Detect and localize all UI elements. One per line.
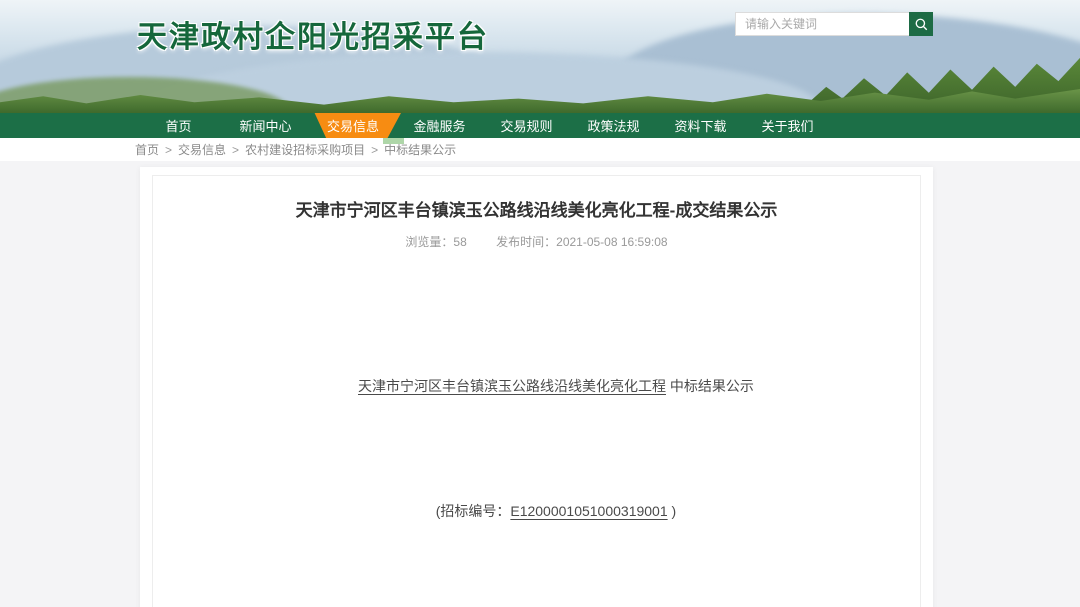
views-label: 浏览量： [405, 235, 453, 249]
site-title: 天津政村企阳光招采平台 [137, 12, 489, 56]
subtitle-suffix: 中标结果公示 [666, 378, 754, 394]
nav-item-finance[interactable]: 金融服务 [396, 113, 483, 138]
main-nav: 首页 新闻中心 交易信息 金融服务 交易规则 政策法规 资料下载 关于我们 [0, 113, 1080, 138]
result-subtitle: 天津市宁河区丰台镇滨玉公路线沿线美化亮化工程 中标结果公示 [164, 349, 909, 424]
breadcrumb-home[interactable]: 首页 [135, 141, 159, 158]
article-title: 天津市宁河区丰台镇滨玉公路线沿线美化亮化工程-成交结果公示 [164, 196, 909, 221]
bid-number-suffix: ) [668, 503, 677, 519]
nav-item-downloads[interactable]: 资料下载 [657, 113, 744, 138]
bid-number: E1200001051000319001 [510, 503, 667, 519]
views-count: 58 [453, 235, 466, 249]
publish-label: 发布时间： [496, 235, 556, 249]
active-tab-indicator [383, 138, 404, 144]
search-input[interactable] [735, 12, 909, 36]
bid-number-line: (招标编号：E1200001051000319001 ) [164, 474, 909, 549]
nav-item-policy[interactable]: 政策法规 [570, 113, 657, 138]
search-bar [735, 12, 933, 36]
nav-items: 首页 新闻中心 交易信息 金融服务 交易规则 政策法规 资料下载 关于我们 [135, 113, 831, 138]
nav-item-news[interactable]: 新闻中心 [222, 113, 309, 138]
search-icon [914, 17, 929, 32]
content-card: 天津市宁河区丰台镇滨玉公路线沿线美化亮化工程-成交结果公示 浏览量：58 发布时… [140, 167, 933, 607]
article-container: 天津市宁河区丰台镇滨玉公路线沿线美化亮化工程-成交结果公示 浏览量：58 发布时… [152, 175, 921, 607]
publish-time: 2021-05-08 16:59:08 [556, 235, 667, 249]
breadcrumb-trade-info[interactable]: 交易信息 [178, 141, 226, 158]
article-meta: 浏览量：58 发布时间：2021-05-08 16:59:08 [164, 233, 909, 250]
breadcrumb-rural-projects[interactable]: 农村建设招标采购项目 [245, 141, 365, 158]
nav-item-trade-rules[interactable]: 交易规则 [483, 113, 570, 138]
subtitle-project-name: 天津市宁河区丰台镇滨玉公路线沿线美化亮化工程 [358, 378, 666, 394]
page-background: 天津市宁河区丰台镇滨玉公路线沿线美化亮化工程-成交结果公示 浏览量：58 发布时… [0, 161, 1080, 607]
article-body: 天津市宁河区丰台镇滨玉公路线沿线美化亮化工程 中标结果公示 (招标编号：E120… [164, 274, 909, 607]
search-button[interactable] [909, 12, 933, 36]
breadcrumb-separator: > [371, 143, 378, 157]
breadcrumb-separator: > [165, 143, 172, 157]
nav-item-trade-info[interactable]: 交易信息 [305, 113, 401, 138]
breadcrumb: 首页 > 交易信息 > 农村建设招标采购项目 > 中标结果公示 [0, 138, 1080, 161]
bid-number-label: (招标编号： [436, 503, 511, 519]
header-banner: 天津政村企阳光招采平台 [0, 0, 1080, 113]
nav-item-about[interactable]: 关于我们 [744, 113, 831, 138]
nav-item-home[interactable]: 首页 [135, 113, 222, 138]
breadcrumb-separator: > [232, 143, 239, 157]
